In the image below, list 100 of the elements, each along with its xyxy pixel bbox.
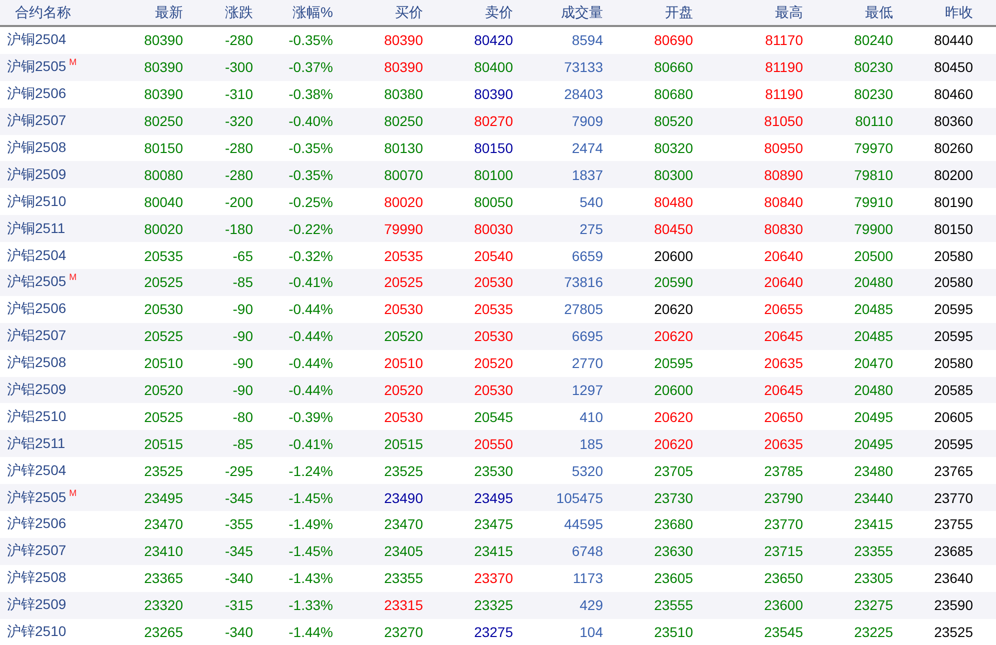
table-cell: 20635: [764, 355, 803, 372]
table-cell: 7909: [572, 113, 603, 130]
table-cell: 23370: [474, 570, 513, 586]
table-cell: -1.49%: [288, 516, 333, 532]
table-cell: 80480: [654, 194, 693, 210]
table-cell: 80130: [384, 140, 423, 156]
table-cell: 80250: [144, 113, 183, 130]
table-cell: 23790: [764, 490, 803, 506]
table-cell: 79810: [854, 166, 893, 183]
table-cell: -180: [224, 220, 253, 237]
column-header[interactable]: 开盘: [665, 4, 693, 22]
table-row[interactable]: 沪铜2509 80080 -280 -0.35% 80070 80100 1837 80300 80890 79810 80200: [0, 161, 996, 188]
table-cell: 23730: [654, 490, 693, 506]
table-cell: 20540: [474, 248, 513, 264]
table-cell: 540: [580, 194, 603, 210]
table-cell: 80020: [144, 220, 183, 237]
table-cell: 80150: [144, 140, 183, 156]
contract-name: 沪铜2510: [7, 192, 66, 211]
table-cell: 20585: [934, 382, 973, 398]
column-header[interactable]: 合约名称: [15, 4, 71, 22]
table-cell: 20530: [474, 328, 513, 344]
column-header[interactable]: 买价: [395, 4, 423, 22]
table-cell: 23770: [934, 490, 973, 506]
table-cell: 6659: [572, 248, 603, 264]
table-cell: 23755: [934, 516, 973, 532]
table-row[interactable]: 沪锌2505 M 23495 -345 -1.45% 23490 23495 105475 23730 23790 23440 23770: [0, 484, 996, 512]
table-cell: -85: [232, 436, 253, 452]
table-cell: -340: [224, 570, 253, 586]
table-row[interactable]: 沪铜2507 80250 -320 -0.40% 80250 80270 7909 80520 81050 80110 80360: [0, 108, 996, 135]
table-row[interactable]: 沪铝2511 20515 -85 -0.41% 20515 20550 185 20620 20635 20495 20595: [0, 430, 996, 458]
table-cell: 104: [580, 624, 603, 640]
table-cell: 20535: [144, 248, 183, 264]
table-cell: 1297: [572, 382, 603, 398]
table-cell: 23650: [764, 570, 803, 586]
table-cell: 23545: [764, 624, 803, 640]
column-header[interactable]: 卖价: [485, 4, 513, 22]
table-cell: 410: [580, 408, 603, 425]
table-cell: 20520: [384, 328, 423, 344]
table-cell: 80830: [764, 220, 803, 237]
table-cell: 80690: [654, 32, 693, 48]
table-cell: 20480: [854, 382, 893, 398]
table-cell: 23765: [934, 462, 973, 479]
table-cell: 20595: [934, 436, 973, 452]
table-cell: 80250: [384, 113, 423, 130]
column-header[interactable]: 昨收: [945, 4, 973, 22]
table-row[interactable]: 沪铝2505 M 20525 -85 -0.41% 20525 20530 73816 20590 20640 20480 20580: [0, 269, 996, 296]
table-cell: 80020: [384, 194, 423, 210]
column-header[interactable]: 成交量: [561, 4, 603, 22]
table-cell: -0.44%: [288, 301, 333, 318]
table-cell: 23415: [474, 543, 513, 560]
main-contract-label: M: [69, 272, 77, 282]
table-row[interactable]: 沪铜2505 M 80390 -300 -0.37% 80390 80400 73133 80660 81190 80230 80450: [0, 54, 996, 81]
table-cell: 23525: [144, 462, 183, 479]
contract-name: 沪铜2506: [7, 85, 66, 104]
column-header[interactable]: 最新: [155, 4, 183, 22]
table-cell: 23530: [474, 462, 513, 479]
table-cell: 23225: [854, 624, 893, 640]
table-row[interactable]: 沪铜2511 80020 -180 -0.22% 79990 80030 275 80450 80830 79900 80150: [0, 215, 996, 242]
main-contract-label: M: [69, 57, 77, 68]
table-cell: 73133: [564, 59, 603, 76]
main-contract-label: M: [69, 488, 77, 498]
table-cell: 23470: [144, 516, 183, 532]
table-row[interactable]: 沪铜2508 80150 -280 -0.35% 80130 80150 2474 80320 80950 79970 80260: [0, 134, 996, 162]
table-cell: 20480: [854, 274, 893, 290]
table-cell: 80890: [764, 166, 803, 183]
table-cell: -315: [224, 597, 253, 614]
table-row[interactable]: 沪铝2507 20525 -90 -0.44% 20520 20530 6695 20620 20645 20485 20595: [0, 322, 996, 350]
table-cell: 1837: [572, 166, 603, 183]
table-cell: -0.44%: [288, 355, 333, 372]
contract-name: 沪铜2507: [7, 112, 66, 130]
table-cell: 23440: [854, 490, 893, 506]
table-cell: 20470: [854, 355, 893, 372]
table-cell: 23555: [654, 597, 693, 614]
table-cell: 80460: [934, 86, 973, 102]
table-cell: -200: [224, 194, 253, 210]
table-cell: -300: [224, 59, 253, 76]
table-cell: 8594: [572, 32, 603, 48]
table-cell: 73816: [564, 274, 603, 290]
table-row[interactable]: 沪锌2509 23320 -315 -1.33% 23315 23325 429 23555 23600 23275 23590: [0, 592, 996, 619]
column-header[interactable]: 涨幅%: [292, 4, 333, 22]
table-cell: 20590: [654, 274, 693, 290]
table-cell: -0.22%: [288, 220, 333, 237]
table-cell: -90: [232, 301, 253, 318]
table-cell: -310: [224, 86, 253, 102]
contract-name: 沪铜2505: [7, 58, 66, 76]
table-cell: -0.25%: [288, 194, 333, 210]
column-header[interactable]: 最低: [865, 4, 893, 22]
table-cell: 23475: [474, 516, 513, 532]
column-header[interactable]: 涨跌: [225, 4, 253, 22]
table-cell: 20645: [764, 382, 803, 398]
column-header[interactable]: 最高: [775, 4, 803, 22]
table-row[interactable]: 沪锌2507 23410 -345 -1.45% 23405 23415 6748 23630 23715 23355 23685: [0, 538, 996, 565]
table-cell: -85: [232, 274, 253, 290]
table-cell: 20510: [384, 355, 423, 372]
contract-name: 沪铜2504: [7, 31, 66, 50]
contract-name: 沪锌2504: [7, 462, 66, 480]
table-cell: 28403: [564, 86, 603, 102]
table-cell: 80270: [474, 113, 513, 130]
table-cell: -0.32%: [288, 248, 333, 264]
table-row[interactable]: 沪铝2509 20520 -90 -0.44% 20520 20530 1297 20600 20645 20480 20585: [0, 376, 996, 404]
